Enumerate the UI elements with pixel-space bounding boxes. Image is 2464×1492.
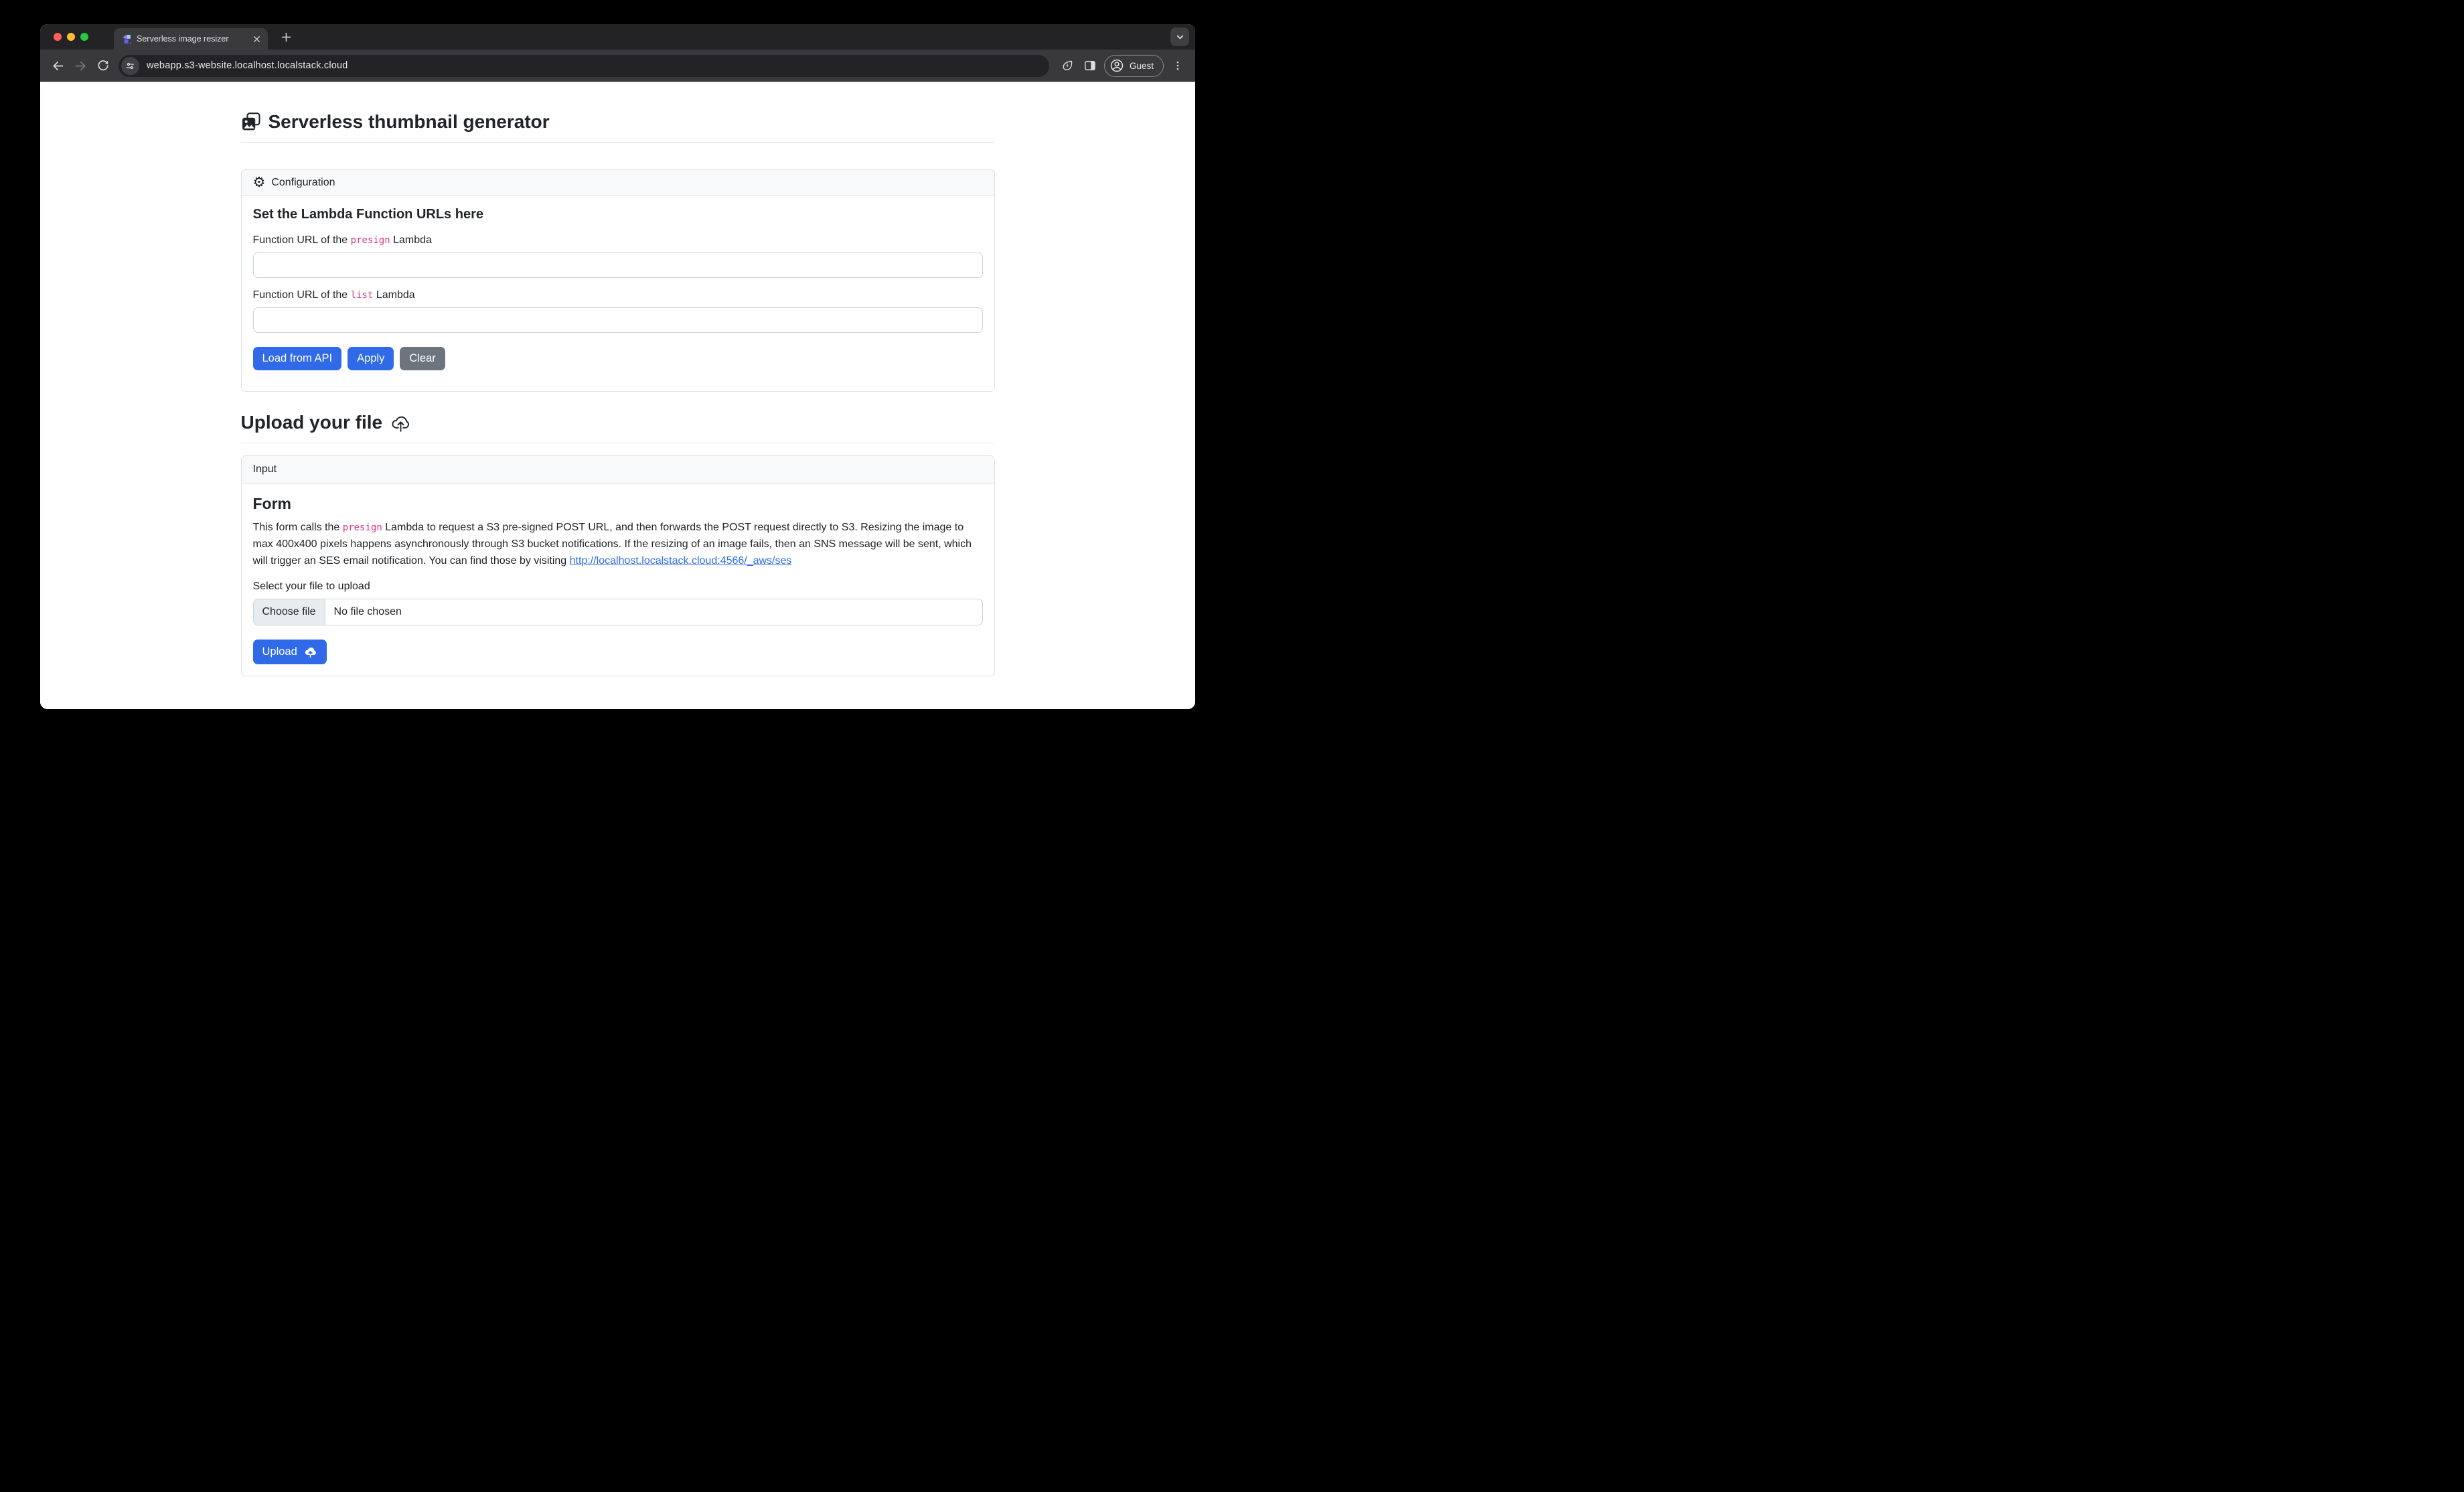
config-heading: Set the Lambda Function URLs here — [253, 207, 983, 222]
tab-strip: Serverless image resizer — [40, 24, 1195, 50]
ses-link[interactable]: http://localhost.localstack.cloud:4566/_… — [570, 555, 792, 567]
apply-button[interactable]: Apply — [348, 347, 394, 370]
side-panel-icon[interactable] — [1079, 54, 1101, 77]
cloud-upload-icon — [390, 413, 411, 433]
divider — [241, 142, 995, 143]
favicon-localstack-icon — [121, 34, 131, 44]
tab-title: Serverless image resizer — [137, 34, 245, 44]
list-url-label: Function URL of the list Lambda — [253, 289, 983, 301]
presign-url-input[interactable] — [253, 252, 983, 278]
active-tab[interactable]: Serverless image resizer — [114, 28, 268, 50]
file-input[interactable]: Choose file No file chosen — [253, 599, 983, 625]
page-content: Serverless thumbnail generator ⚙ Configu… — [40, 82, 1195, 709]
choose-file-button[interactable]: Choose file — [254, 599, 325, 625]
site-settings-icon[interactable] — [121, 57, 139, 75]
form-heading: Form — [253, 495, 983, 513]
tab-search-chevron-button[interactable] — [1170, 27, 1189, 46]
file-chosen-text: No file chosen — [325, 599, 410, 625]
file-select-label: Select your file to upload — [253, 581, 983, 593]
presign-code: presign — [351, 235, 390, 246]
browser-window: Serverless image resizer — [40, 24, 1195, 709]
list-url-input[interactable] — [253, 307, 983, 333]
menu-kebab-icon[interactable] — [1166, 54, 1189, 77]
upload-button[interactable]: Upload — [253, 640, 327, 664]
reload-button[interactable] — [92, 54, 114, 77]
screenshot-root: Serverless image resizer — [0, 0, 1232, 746]
list-code: list — [351, 290, 374, 301]
url-text[interactable]: webapp.s3-website.localhost.localstack.c… — [147, 60, 348, 71]
clear-button[interactable]: Clear — [400, 347, 445, 370]
input-card: Input Form This form calls the presign L… — [241, 455, 995, 676]
profile-label: Guest — [1130, 61, 1154, 71]
back-button[interactable] — [46, 54, 69, 77]
url-bar[interactable]: webapp.s3-website.localhost.localstack.c… — [119, 55, 1049, 77]
maximize-window-button[interactable] — [80, 33, 88, 41]
form-description: This form calls the presign Lambda to re… — [253, 520, 983, 569]
close-window-button[interactable] — [54, 33, 62, 41]
window-controls — [40, 33, 96, 41]
presign-url-label: Function URL of the presign Lambda — [253, 234, 983, 246]
browser-toolbar: webapp.s3-website.localhost.localstack.c… — [40, 50, 1195, 82]
presign-code: presign — [343, 522, 382, 533]
new-tab-button[interactable] — [277, 27, 295, 46]
tab-close-icon[interactable] — [250, 33, 262, 45]
profile-button[interactable]: Guest — [1104, 55, 1164, 77]
config-buttons: Load from API Apply Clear — [253, 347, 983, 380]
input-card-header: Input — [242, 456, 994, 483]
minimize-window-button[interactable] — [67, 33, 75, 41]
forward-button[interactable] — [69, 54, 92, 77]
cloud-upload-fill-icon — [303, 645, 317, 659]
upload-section-heading: Upload your file — [241, 412, 995, 433]
configuration-card: ⚙ Configuration Set the Lambda Function … — [241, 169, 995, 392]
load-from-api-button[interactable]: Load from API — [253, 347, 342, 370]
images-icon — [241, 112, 261, 132]
energy-saver-icon[interactable] — [1056, 54, 1079, 77]
gear-icon: ⚙ — [253, 175, 266, 190]
page-title: Serverless thumbnail generator — [241, 111, 995, 133]
configuration-card-header: ⚙ Configuration — [242, 170, 994, 196]
